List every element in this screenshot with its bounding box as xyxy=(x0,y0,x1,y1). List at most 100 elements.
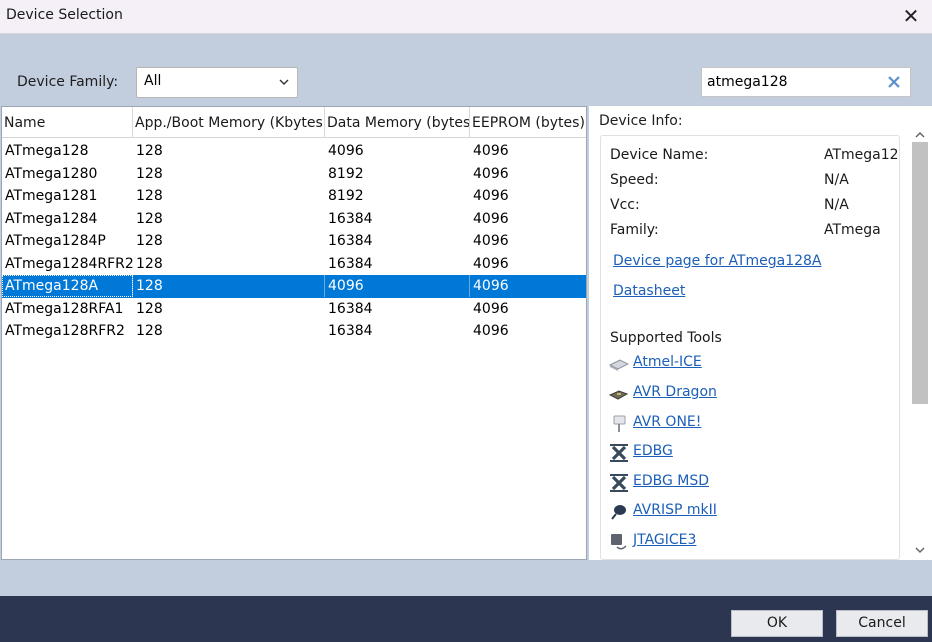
column-header-eeprom[interactable]: EEPROM (bytes) xyxy=(470,107,586,138)
table-cell: 16384 xyxy=(328,300,373,317)
table-cell: 128 xyxy=(133,275,325,297)
avrisp-mkii-link[interactable]: AVRISP mkII xyxy=(633,502,717,518)
chevron-down-icon xyxy=(279,79,289,85)
table-cell: ATmega128RFA1 xyxy=(5,300,124,317)
table-cell: 4096 xyxy=(473,233,509,249)
jtagice3-icon xyxy=(611,534,627,550)
table-cell: ATmega1284 xyxy=(5,210,98,227)
table-cell: 4096 xyxy=(473,165,509,182)
table-row[interactable]: ATmega1284P 128 16384 4096 xyxy=(2,230,586,253)
tool-edbg: EDBG xyxy=(609,442,869,464)
dialog-footer: OK Cancel xyxy=(0,596,932,642)
table-cell: ATmega1281 xyxy=(5,188,98,204)
datasheet-link[interactable]: Datasheet xyxy=(613,283,685,299)
family-key: Family: xyxy=(610,222,659,238)
table-cell: 16384 xyxy=(328,233,373,249)
atmel-ice-link[interactable]: Atmel-ICE xyxy=(633,354,702,370)
tool-avr-dragon: AVR Dragon xyxy=(609,383,869,405)
vcc-key: Vcc: xyxy=(610,197,640,213)
table-row[interactable]: ATmega128A 128 4096 4096 xyxy=(2,275,586,298)
table-cell: ATmega128RFR2 xyxy=(5,323,125,339)
device-table: Name App./Boot Memory (Kbytes) Data Memo… xyxy=(1,106,587,560)
column-header-name[interactable]: Name xyxy=(2,107,133,138)
table-cell: 128 xyxy=(136,188,163,204)
table-row[interactable]: ATmega1284RFR2 128 16384 4096 xyxy=(2,253,586,276)
table-row[interactable]: ATmega128RFR2 128 16384 4096 xyxy=(2,320,586,343)
device-name-key: Device Name: xyxy=(610,147,709,163)
device-info-panel: Device Name: ATmega12 Speed: N/A Vcc: N/… xyxy=(600,135,900,560)
table-cell: ATmega1284P xyxy=(5,233,106,249)
scrollbar-thumb[interactable] xyxy=(912,142,928,404)
table-row[interactable]: ATmega1280 128 8192 4096 xyxy=(2,163,586,186)
table-cell: 128 xyxy=(136,210,163,227)
tool-edbg-msd: EDBG MSD xyxy=(609,472,869,494)
avr-one-icon xyxy=(613,415,626,432)
speed-key: Speed: xyxy=(610,172,659,188)
table-cell: ATmega1280 xyxy=(5,165,98,182)
edbg-link[interactable]: EDBG xyxy=(633,443,673,459)
tool-avr-one: AVR ONE! xyxy=(609,413,869,435)
device-family-value: All xyxy=(144,73,162,89)
table-cell: 4096 xyxy=(470,275,586,297)
window-title: Device Selection xyxy=(6,7,123,23)
speed-value: N/A xyxy=(824,172,849,188)
table-cell: 4096 xyxy=(473,188,509,204)
table-cell: 128 xyxy=(136,165,163,182)
search-box xyxy=(701,67,911,97)
table-cell: ATmega1284RFR2 xyxy=(5,255,133,272)
column-header-data-memory[interactable]: Data Memory (bytes) xyxy=(325,107,470,138)
tool-jtagice3: JTAGICE3 xyxy=(609,531,869,553)
avr-dragon-icon xyxy=(609,390,629,400)
table-cell: 4096 xyxy=(328,143,364,159)
device-family-select[interactable]: All xyxy=(136,67,298,98)
edbg-msd-icon xyxy=(610,474,628,492)
info-scrollbar[interactable] xyxy=(910,128,930,560)
edbg-msd-link[interactable]: EDBG MSD xyxy=(633,473,709,489)
table-row[interactable]: ATmega1281 128 8192 4096 xyxy=(2,185,586,208)
cancel-button[interactable]: Cancel xyxy=(836,610,928,637)
table-cell: 16384 xyxy=(328,255,373,272)
avr-one-link[interactable]: AVR ONE! xyxy=(633,414,701,430)
scroll-up-icon[interactable] xyxy=(914,129,926,141)
table-row[interactable]: ATmega128RFA1 128 16384 4096 xyxy=(2,298,586,321)
table-cell: 8192 xyxy=(328,165,364,182)
device-name-value: ATmega12 xyxy=(824,147,899,163)
column-header-app-boot-memory[interactable]: App./Boot Memory (Kbytes) xyxy=(133,107,325,138)
device-info-label: Device Info: xyxy=(599,113,683,129)
table-cell: 4096 xyxy=(473,300,509,317)
table-cell: ATmega128A xyxy=(2,275,133,297)
table-row[interactable]: ATmega128 128 4096 4096 xyxy=(2,140,586,163)
close-icon[interactable]: ✕ xyxy=(896,2,926,30)
jtagice3-link[interactable]: JTAGICE3 xyxy=(633,532,696,548)
table-cell: 8192 xyxy=(328,188,364,204)
device-page-link[interactable]: Device page for ATmega128A xyxy=(613,253,822,269)
table-cell: 16384 xyxy=(328,210,373,227)
table-body: ATmega128 128 4096 4096 ATmega1280 128 8192 409… xyxy=(2,140,586,343)
table-cell: 128 xyxy=(136,300,163,317)
table-cell: 4096 xyxy=(473,323,509,339)
avr-dragon-link[interactable]: AVR Dragon xyxy=(633,384,717,400)
tool-atmel-ice: Atmel-ICE xyxy=(609,353,869,375)
tool-avrisp-mkii: AVRISP mkII xyxy=(609,501,869,523)
table-cell: 128 xyxy=(136,143,163,159)
table-header: Name App./Boot Memory (Kbytes) Data Memo… xyxy=(2,107,586,138)
atmel-ice-icon xyxy=(609,359,629,371)
scroll-down-icon[interactable] xyxy=(914,544,926,556)
search-input[interactable] xyxy=(707,72,877,92)
family-value: ATmega xyxy=(824,222,881,238)
table-cell: 16384 xyxy=(328,323,373,339)
table-cell: 4096 xyxy=(473,210,509,227)
device-info-pane: Device Info: Device Name: ATmega12 Speed… xyxy=(589,106,932,560)
ok-button[interactable]: OK xyxy=(731,610,823,637)
clear-search-icon[interactable] xyxy=(886,74,902,90)
table-cell: 4096 xyxy=(473,143,509,159)
filter-bar: Device Family: All xyxy=(0,34,932,106)
table-cell: 4096 xyxy=(473,255,509,272)
table-cell: 4096 xyxy=(325,275,470,297)
table-cell: 128 xyxy=(136,323,163,339)
table-row[interactable]: ATmega1284 128 16384 4096 xyxy=(2,208,586,231)
vcc-value: N/A xyxy=(824,197,849,213)
table-cell: 128 xyxy=(136,255,163,272)
table-cell: ATmega128 xyxy=(5,143,89,159)
title-bar: Device Selection ✕ xyxy=(0,0,932,34)
